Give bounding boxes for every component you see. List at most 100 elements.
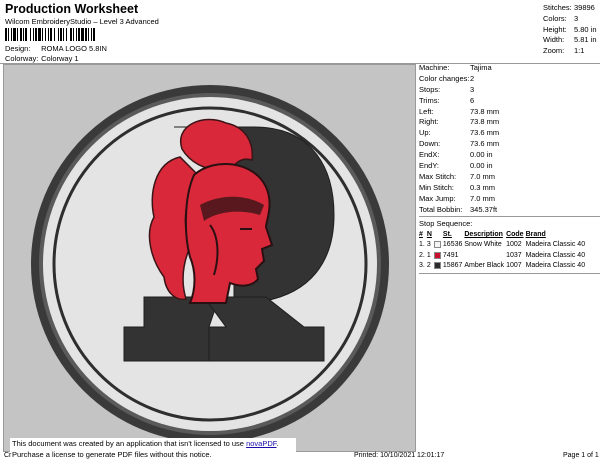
machine-panel: Machine: Tajima Color changes: 2 Stops: 3 Trim… <box>419 63 600 275</box>
machine-label: Left: <box>419 106 434 116</box>
machine-value: 2 <box>470 73 475 83</box>
col-header: N <box>426 230 432 238</box>
printed-timestamp: Printed: 10/10/2021 12:01:17 <box>354 452 445 459</box>
thread-brand: Madeira Classic 40 <box>525 262 586 270</box>
notice-text-end: . <box>276 439 279 448</box>
barcode <box>5 28 95 41</box>
machine-label: Min Stitch: <box>419 182 455 192</box>
software-subtitle: Wilcom EmbroideryStudio – Level 3 Advanc… <box>5 17 159 26</box>
machine-row: EndY: 0.00 in <box>419 161 600 172</box>
thread-description: Amber Black <box>464 262 505 270</box>
design-stats: Stitches: 39896 Colors: 3 Height: 5.80 in W… <box>543 3 597 57</box>
thread-color-swatch <box>433 262 441 270</box>
design-preview <box>3 64 416 452</box>
colorway-row: Colorway: Colorway 1 <box>5 54 79 63</box>
stat-label: Zoom: <box>543 46 565 56</box>
machine-value: 73.8 mm <box>470 117 500 127</box>
machine-label: Stops: <box>419 84 441 94</box>
stat-width: Width: 5.81 in <box>543 35 597 46</box>
panel-divider <box>419 216 600 218</box>
machine-row: Max Stitch: 7.0 mm <box>419 172 600 183</box>
stat-label: Colors: <box>543 13 567 23</box>
machine-value: 7.0 mm <box>470 193 496 203</box>
machine-value: 73.8 mm <box>470 106 500 116</box>
stitch-count: 7491 <box>442 251 459 259</box>
machine-row: Total Bobbin: 345.37ft <box>419 205 600 216</box>
thread-color-swatch <box>433 251 441 259</box>
notice-text: This document was created by an applicat… <box>12 439 247 448</box>
thread-brand: Madeira Classic 40 <box>525 241 586 249</box>
machine-row: Up: 73.6 mm <box>419 128 600 139</box>
color-swatch <box>433 239 443 250</box>
novapdf-link[interactable]: novaPDF <box>246 439 276 448</box>
machine-value: 3 <box>470 84 475 94</box>
stat-label: Height: <box>543 24 567 34</box>
stop-number: 1. <box>419 241 425 249</box>
colorway-label: Colorway: <box>5 54 39 63</box>
col-header: Code <box>506 230 524 238</box>
machine-label: Down: <box>419 139 441 149</box>
stat-value: 5.81 in <box>574 35 597 45</box>
needle-number: 2 <box>426 262 431 270</box>
machine-label: Max Stitch: <box>419 171 457 181</box>
stop-row: 2. 1 7491 1037 Madeira Classic 40 <box>419 250 587 261</box>
machine-row: EndX: 0.00 in <box>419 150 600 161</box>
col-header: Brand <box>525 230 546 238</box>
machine-row: Max Jump: 7.0 mm <box>419 194 600 205</box>
design-label: Design: <box>5 44 31 53</box>
stat-colors: Colors: 3 <box>543 14 597 25</box>
thread-code: 1002 <box>506 241 522 249</box>
stat-value: 39896 <box>574 3 595 12</box>
thread-brand: Madeira Classic 40 <box>525 251 586 259</box>
embroidery-design <box>31 85 389 443</box>
machine-value: 0.00 in <box>470 161 493 171</box>
stat-value: 1:1 <box>574 46 585 56</box>
stat-stitches: Stitches: 39896 <box>543 3 597 14</box>
stat-height: Height: 5.80 in <box>543 25 597 36</box>
stop-number: 3. <box>419 262 425 270</box>
thread-code: 1007 <box>506 262 522 270</box>
design-value: ROMA LOGO 5.8IN <box>41 44 107 53</box>
machine-label: Trims: <box>419 95 440 105</box>
machine-row: Machine: Tajima <box>419 63 600 74</box>
machine-row: Down: 73.6 mm <box>419 139 600 150</box>
machine-label: EndY: <box>419 161 440 171</box>
stitch-count: 15867 <box>442 262 463 270</box>
col-header: # <box>419 230 423 238</box>
machine-row: Min Stitch: 0.3 mm <box>419 183 600 194</box>
license-notice: This document was created by an applicat… <box>10 438 296 462</box>
machine-value: 73.6 mm <box>470 139 500 149</box>
notice-line-1: This document was created by an applicat… <box>12 438 296 449</box>
machine-value: 0.3 mm <box>470 182 496 192</box>
stop-row: 1. 3 16536 Snow White 1002 Madeira Classic 40 <box>419 239 587 250</box>
stop-row: 3. 2 15867 Amber Black 1007 Madeira Classic 4… <box>419 260 587 271</box>
stop-table-header: # N St. Description Code Brand <box>419 229 587 239</box>
machine-label: Up: <box>419 128 431 138</box>
machine-label: EndX: <box>419 150 440 160</box>
machine-label: Total Bobbin: <box>419 204 463 214</box>
colorway-value: Colorway 1 <box>41 54 79 63</box>
machine-label: Right: <box>419 117 439 127</box>
machine-value: 6 <box>470 95 475 105</box>
needle-number: 3 <box>426 241 431 249</box>
machine-row: Color changes: 2 <box>419 74 600 85</box>
machine-label: Max Jump: <box>419 193 456 203</box>
machine-row: Stops: 3 <box>419 85 600 96</box>
machine-row: Trims: 6 <box>419 96 600 107</box>
machine-row: Right: 73.8 mm <box>419 117 600 128</box>
page-number: Page 1 of 1 <box>563 452 599 459</box>
machine-value: Tajima <box>470 63 492 72</box>
thread-description: Snow White <box>464 241 502 249</box>
col-header: St. <box>442 230 452 238</box>
machine-info: Machine: Tajima Color changes: 2 Stops: 3 Trim… <box>419 63 600 215</box>
machine-value: 345.37ft <box>470 204 498 214</box>
panel-divider <box>419 272 600 274</box>
thread-color-swatch <box>433 241 441 249</box>
notice-line-2: Purchase a license to generate PDF files… <box>12 450 212 459</box>
stitch-count: 16536 <box>442 241 463 249</box>
stat-label: Stitches: <box>543 3 572 12</box>
col-header <box>434 229 443 239</box>
machine-row: Left: 73.8 mm <box>419 107 600 118</box>
needle-number: 1 <box>426 251 431 259</box>
stop-number: 2. <box>419 251 425 259</box>
